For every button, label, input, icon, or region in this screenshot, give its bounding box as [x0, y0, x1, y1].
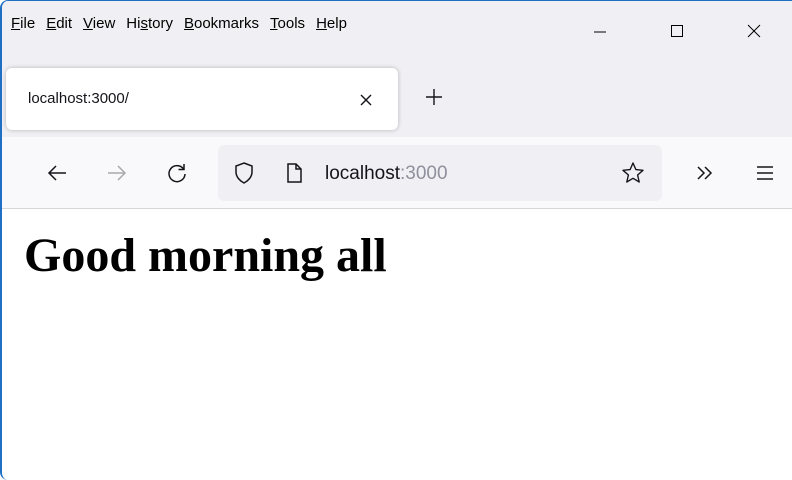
- menu-edit[interactable]: Edit: [46, 15, 72, 32]
- reload-button[interactable]: [162, 158, 192, 188]
- bookmark-button[interactable]: [620, 160, 646, 186]
- tracking-protection-button[interactable]: [231, 160, 257, 186]
- menu-view[interactable]: View: [83, 15, 115, 32]
- menu-file-mnemonic: F: [11, 15, 21, 32]
- minimize-button[interactable]: [561, 1, 638, 61]
- menu-help-mnemonic: H: [316, 15, 327, 32]
- menu-view-label: iew: [92, 15, 116, 32]
- back-button[interactable]: [42, 158, 72, 188]
- window-controls: [561, 1, 792, 61]
- title-bar: File Edit View History Bookmarks Tools H…: [2, 1, 792, 61]
- menu-bookmarks-label: ookmarks: [194, 15, 260, 32]
- reload-icon: [168, 164, 186, 183]
- url-bar[interactable]: localhost:3000: [218, 145, 662, 201]
- url-text[interactable]: localhost:3000: [325, 163, 448, 185]
- maximize-button[interactable]: [638, 1, 715, 61]
- tab-close-button[interactable]: [354, 88, 378, 112]
- close-window-button[interactable]: [715, 1, 792, 61]
- page-content: Good morning all: [2, 210, 792, 480]
- menu-file-label: ile: [20, 15, 36, 32]
- url-host: localhost: [325, 163, 400, 184]
- menu-file[interactable]: File: [11, 15, 35, 32]
- tab-title: localhost:3000/: [28, 90, 129, 107]
- menu-history[interactable]: History: [126, 15, 173, 32]
- app-menu-button[interactable]: [750, 158, 780, 188]
- close-icon: [747, 24, 760, 38]
- menu-bar: File Edit View History Bookmarks Tools H…: [11, 15, 358, 32]
- hamburger-icon: [757, 166, 773, 180]
- maximize-icon: [670, 25, 683, 37]
- menu-bookmarks-mnemonic: B: [183, 15, 194, 32]
- page-info-button[interactable]: [281, 160, 307, 186]
- new-tab-button[interactable]: [420, 83, 448, 111]
- menu-history-mnemonic: s: [140, 15, 148, 32]
- star-icon: [622, 162, 644, 183]
- menu-help[interactable]: Help: [316, 15, 347, 32]
- menu-tools-mnemonic: T: [270, 15, 278, 32]
- forward-button[interactable]: [102, 158, 132, 188]
- page-heading: Good morning all: [24, 229, 387, 282]
- close-icon: [360, 94, 372, 106]
- nav-bar: localhost:3000: [2, 137, 792, 209]
- minimize-icon: [593, 31, 606, 33]
- menu-edit-mnemonic: E: [46, 15, 57, 32]
- menu-tools[interactable]: Tools: [270, 15, 305, 32]
- page-icon: [287, 163, 302, 183]
- plus-icon: [426, 89, 442, 105]
- overflow-button[interactable]: [690, 158, 720, 188]
- menu-history-prefix: Hi: [126, 15, 141, 32]
- menu-history-label: tory: [147, 15, 173, 32]
- url-port: :3000: [400, 163, 448, 184]
- shield-icon: [235, 162, 253, 184]
- menu-bookmarks[interactable]: Bookmarks: [184, 15, 259, 32]
- menu-tools-label: ools: [277, 15, 306, 32]
- tab-strip: localhost:3000/: [2, 61, 792, 137]
- arrow-right-icon: [108, 165, 127, 181]
- menu-help-label: elp: [326, 15, 347, 32]
- browser-window: File Edit View History Bookmarks Tools H…: [0, 0, 792, 480]
- menu-view-mnemonic: V: [83, 15, 93, 32]
- tab-active[interactable]: localhost:3000/: [6, 68, 398, 130]
- arrow-left-icon: [47, 165, 66, 181]
- chevron-double-right-icon: [697, 166, 713, 180]
- menu-edit-label: dit: [56, 15, 73, 32]
